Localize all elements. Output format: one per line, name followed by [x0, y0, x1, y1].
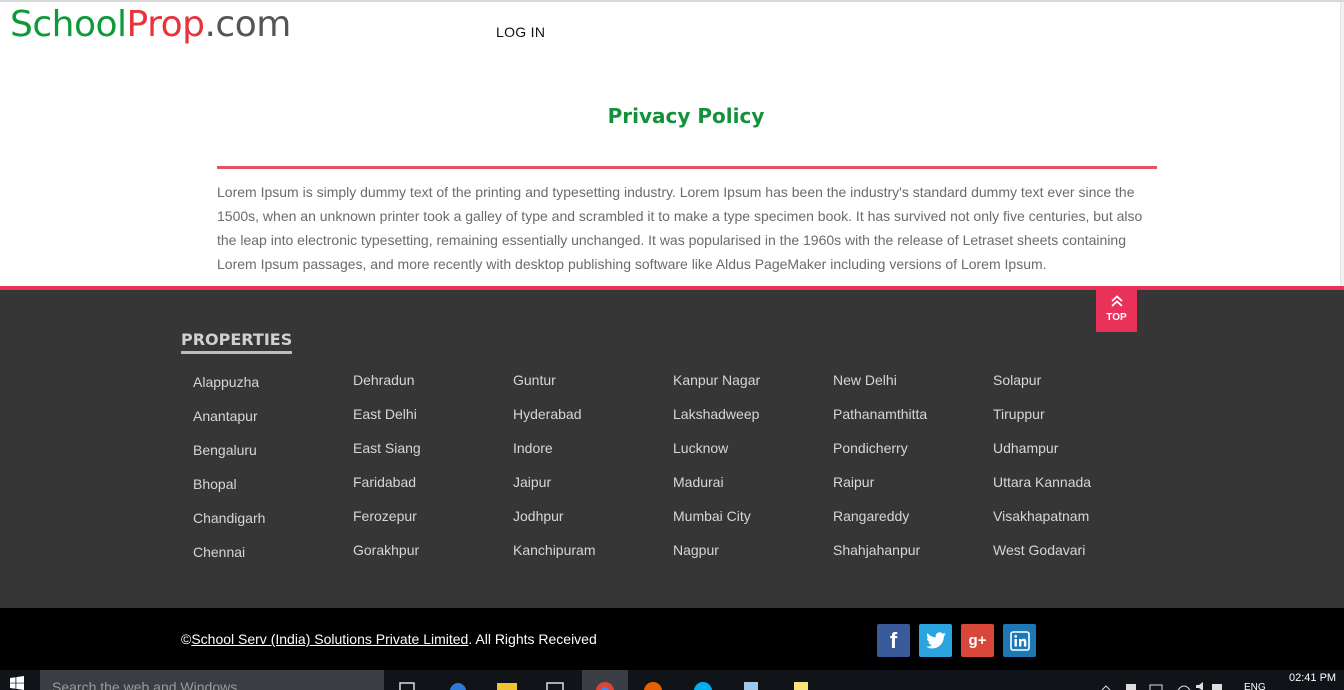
property-link[interactable]: Faridabad: [353, 464, 513, 498]
property-link[interactable]: Chennai: [193, 534, 353, 568]
property-link[interactable]: Kanchipuram: [513, 532, 673, 566]
properties-column-4: Kanpur Nagar Lakshadweep Lucknow Madurai…: [673, 362, 833, 566]
title-divider: [217, 166, 1157, 169]
properties-column-5: New Delhi Pathanamthitta Pondicherry Rai…: [833, 362, 993, 566]
sticky-notes-icon[interactable]: [790, 678, 810, 690]
property-link[interactable]: Uttara Kannada: [993, 464, 1153, 498]
file-explorer-icon[interactable]: [496, 678, 517, 690]
facebook-button[interactable]: f: [877, 624, 910, 657]
task-view-icon[interactable]: [398, 678, 418, 690]
property-link[interactable]: Mumbai City: [673, 498, 833, 532]
windows-start-icon[interactable]: [10, 676, 24, 690]
property-link[interactable]: New Delhi: [833, 362, 993, 396]
copyright-symbol: ©: [181, 631, 192, 647]
logo-part-prop: Prop: [126, 4, 205, 45]
property-link[interactable]: Bengaluru: [193, 432, 353, 466]
property-link[interactable]: Alappuzha: [193, 364, 353, 398]
property-link[interactable]: Chandigarh: [193, 500, 353, 534]
property-link[interactable]: Jaipur: [513, 464, 673, 498]
property-link[interactable]: Gorakhpur: [353, 532, 513, 566]
property-link[interactable]: Jodhpur: [513, 498, 673, 532]
login-link[interactable]: LOG IN: [496, 24, 545, 40]
logo-part-school: School: [10, 4, 127, 45]
property-link[interactable]: Raipur: [833, 464, 993, 498]
property-link[interactable]: Udhampur: [993, 430, 1153, 464]
linkedin-icon: [1009, 631, 1030, 655]
property-link[interactable]: Nagpur: [673, 532, 833, 566]
copyright-suffix: . All Rights Received: [468, 631, 597, 647]
site-logo[interactable]: SchoolProp.com: [10, 3, 291, 47]
properties-heading: PROPERTIES: [181, 330, 293, 354]
properties-column-2: Dehradun East Delhi East Siang Faridabad…: [353, 362, 513, 566]
property-link[interactable]: Indore: [513, 430, 673, 464]
property-link[interactable]: Bhopal: [193, 466, 353, 500]
edge-browser-icon[interactable]: [448, 678, 468, 690]
company-link[interactable]: School Serv (India) Solutions Private Li…: [191, 631, 468, 647]
language-indicator[interactable]: ENG: [1244, 682, 1266, 690]
property-link[interactable]: Pondicherry: [833, 430, 993, 464]
property-link[interactable]: Kanpur Nagar: [673, 362, 833, 396]
taskbar-search-placeholder: Search the web and Windows: [52, 679, 238, 690]
windows-taskbar: Search the web and Windows ENG 02:41 PM: [0, 670, 1344, 690]
property-link[interactable]: Madurai: [673, 464, 833, 498]
property-link[interactable]: Rangareddy: [833, 498, 993, 532]
property-link[interactable]: East Delhi: [353, 396, 513, 430]
site-header: SchoolProp.com LOG IN: [0, 0, 1344, 88]
property-link[interactable]: East Siang: [353, 430, 513, 464]
property-link[interactable]: Guntur: [513, 362, 673, 396]
policy-text: Lorem Ipsum is simply dummy text of the …: [217, 184, 1143, 272]
property-link[interactable]: Pathanamthitta: [833, 396, 993, 430]
property-link[interactable]: Visakhapatnam: [993, 498, 1153, 532]
property-link[interactable]: West Godavari: [993, 532, 1153, 566]
clock-time[interactable]: 02:41 PM: [1289, 672, 1336, 684]
property-link[interactable]: Dehradun: [353, 362, 513, 396]
facebook-icon: f: [889, 628, 898, 653]
back-to-top-button[interactable]: TOP: [1096, 286, 1137, 332]
twitter-button[interactable]: [919, 624, 952, 657]
firefox-icon[interactable]: [642, 678, 662, 690]
property-link[interactable]: Lakshadweep: [673, 396, 833, 430]
notepad-icon[interactable]: [740, 678, 760, 690]
copyright-text: ©School Serv (India) Solutions Private L…: [181, 631, 597, 647]
page: SchoolProp.com LOG IN Privacy Policy Lor…: [0, 0, 1344, 690]
page-title: Privacy Policy: [607, 104, 765, 128]
property-link[interactable]: Shahjahanpur: [833, 532, 993, 566]
properties-column-1: Alappuzha Anantapur Bengaluru Bhopal Cha…: [193, 364, 353, 568]
store-icon[interactable]: [544, 678, 564, 690]
google-plus-button[interactable]: g+: [961, 624, 994, 657]
logo-part-domain: .com: [204, 4, 291, 45]
property-link[interactable]: Tiruppur: [993, 396, 1153, 430]
taskbar-search-box[interactable]: Search the web and Windows: [40, 670, 384, 690]
property-link[interactable]: Hyderabad: [513, 396, 673, 430]
property-link[interactable]: Anantapur: [193, 398, 353, 432]
chrome-icon[interactable]: [594, 678, 614, 690]
properties-column-6: Solapur Tiruppur Udhampur Uttara Kannada…: [993, 362, 1153, 566]
scrollbar[interactable]: [1340, 2, 1344, 288]
skype-icon[interactable]: [692, 678, 712, 690]
twitter-icon: [925, 632, 947, 654]
google-plus-icon: g+: [968, 632, 987, 649]
property-link[interactable]: Solapur: [993, 362, 1153, 396]
top-label: TOP: [1106, 312, 1127, 323]
linkedin-button[interactable]: [1003, 624, 1036, 657]
property-link[interactable]: Ferozepur: [353, 498, 513, 532]
system-tray-icons[interactable]: [1100, 678, 1240, 690]
property-link[interactable]: Lucknow: [673, 430, 833, 464]
double-chevron-up-icon: [1096, 286, 1137, 310]
properties-column-3: Guntur Hyderabad Indore Jaipur Jodhpur K…: [513, 362, 673, 566]
